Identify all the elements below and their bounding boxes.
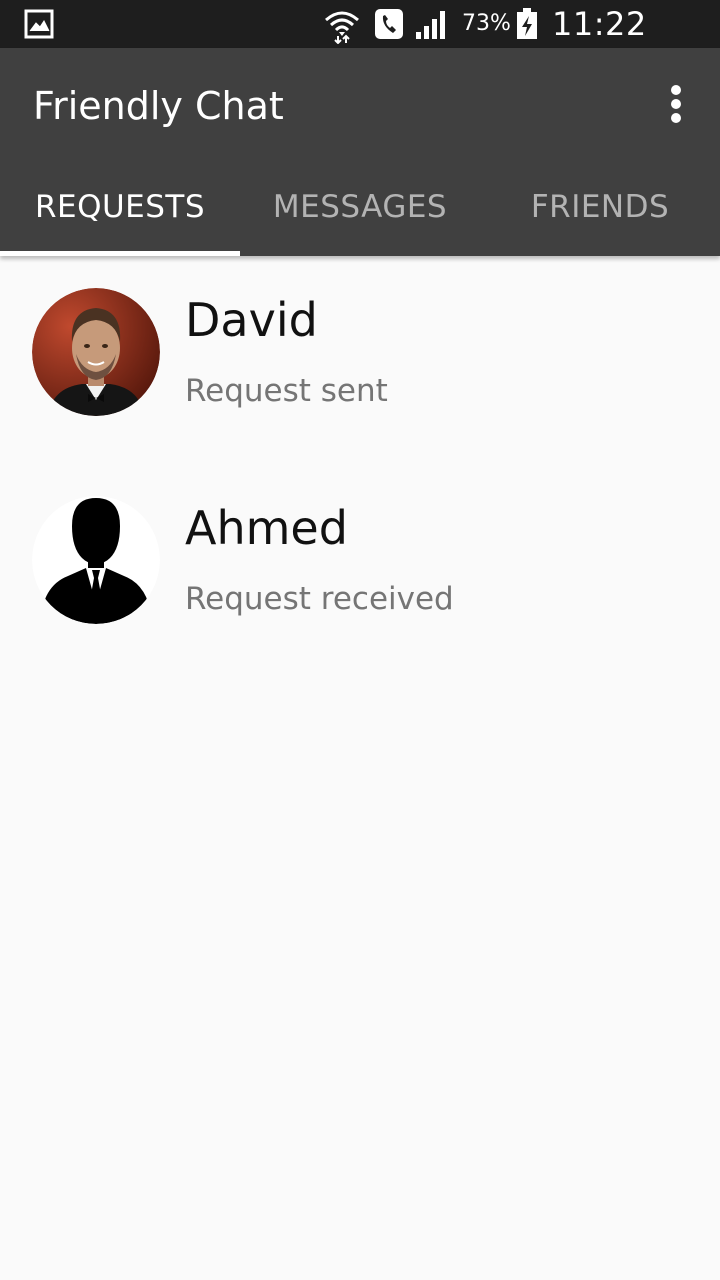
request-name: Ahmed <box>185 501 348 555</box>
app-bar: Friendly Chat REQUESTS MESSAGES FRIENDS <box>0 48 720 256</box>
request-name: David <box>185 293 318 347</box>
signal-icon <box>416 11 445 39</box>
tab-friends-label: FRIENDS <box>530 189 670 225</box>
app-title: Friendly Chat <box>33 84 284 128</box>
tab-requests[interactable]: REQUESTS <box>0 158 240 256</box>
tab-messages-label: MESSAGES <box>272 189 448 225</box>
list-item[interactable]: Ahmed Request received <box>0 464 720 672</box>
list-item[interactable]: David Request sent <box>0 256 720 464</box>
tab-requests-label: REQUESTS <box>34 189 206 225</box>
tab-bar: REQUESTS MESSAGES FRIENDS <box>0 158 720 256</box>
status-bar: 73% 11:22 p.m. <box>0 0 720 81</box>
call-icon <box>375 9 403 39</box>
avatar <box>32 288 160 416</box>
battery-charging-icon <box>517 8 537 39</box>
request-status: Request sent <box>185 373 388 409</box>
tab-friends[interactable]: FRIENDS <box>480 158 720 256</box>
more-vert-icon[interactable] <box>656 80 696 130</box>
gallery-icon <box>24 9 54 39</box>
request-status: Request received <box>185 581 454 617</box>
battery-percent: 73% <box>462 11 511 36</box>
wifi-icon <box>325 11 359 44</box>
avatar-silhouette <box>32 496 160 624</box>
tab-messages[interactable]: MESSAGES <box>240 158 480 256</box>
